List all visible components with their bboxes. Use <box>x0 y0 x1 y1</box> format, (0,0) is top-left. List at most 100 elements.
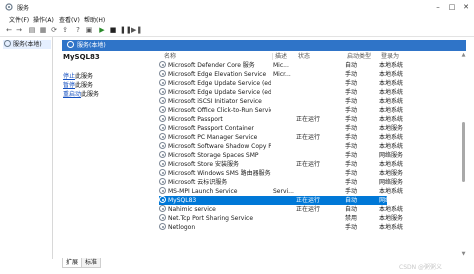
scroll-up-icon[interactable]: ▲ <box>460 52 467 58</box>
cell-status <box>296 79 344 88</box>
table-row[interactable]: Microsoft Defender Core 服务 Mic... 自动 本地系统 <box>157 61 455 70</box>
cell-description: Mic... <box>273 62 289 69</box>
table-row[interactable]: Microsoft Passport 正在运行 手动 本地系统 <box>157 115 455 124</box>
name-cell: Microsoft Edge Update Service (edgeup... <box>159 88 271 97</box>
cell-logon-as: 本地系统 <box>379 224 404 231</box>
link-action[interactable]: 重启动 <box>63 91 81 98</box>
column-divider[interactable] <box>272 53 273 60</box>
console-icon[interactable]: ▣ <box>85 26 93 34</box>
console-tree: 服务(本地) <box>0 37 53 259</box>
table-row[interactable]: Microsoft Store 安装服务 正在运行 手动 本地系统 <box>157 160 455 169</box>
cell-name: Microsoft 云标识服务 <box>168 179 228 186</box>
stop-service-link[interactable]: 停止此服务 <box>63 71 93 80</box>
menu-bar: 文件(F) 操作(A) 查看(V) 帮助(H) <box>0 14 474 24</box>
link-action[interactable]: 暂停 <box>63 82 75 89</box>
tab-extended[interactable]: 扩展 <box>62 258 83 268</box>
tab-standard[interactable]: 标准 <box>81 258 102 268</box>
column-header-description[interactable]: 描述 <box>275 52 287 61</box>
cell-description <box>273 106 297 115</box>
cell-name: Microsoft Passport Container <box>168 125 255 132</box>
table-row[interactable]: MS-MPI Launch Service Servi... 手动 本地系统 <box>157 187 455 196</box>
cell-status: 正在运行 <box>296 116 321 123</box>
cell-description <box>273 223 297 232</box>
help-icon[interactable]: ? <box>74 26 82 34</box>
table-row[interactable]: Microsoft Software Shadow Copy Provider 手… <box>157 142 455 151</box>
restart-service-icon[interactable]: ▶❚ <box>131 26 142 34</box>
menu-view[interactable]: 查看(V) <box>59 15 80 24</box>
cell-name: Microsoft Defender Core 服务 <box>168 62 255 69</box>
gear-icon <box>159 133 166 140</box>
table-row[interactable]: Nahimic service 正在运行 自动 本地系统 <box>157 205 455 214</box>
cell-description <box>273 151 297 160</box>
cell-status: 正在运行 <box>296 197 321 204</box>
cell-description <box>273 97 297 106</box>
stop-service-icon[interactable]: ■ <box>109 26 117 34</box>
scroll-down-icon[interactable]: ▼ <box>460 251 467 257</box>
name-cell: MySQL83 <box>159 196 271 205</box>
cell-startup-type: 手动 <box>345 188 358 195</box>
table-row[interactable]: Microsoft Edge Elevation Service Micr... 手… <box>157 70 455 79</box>
column-header-logon-as[interactable]: 登录为 <box>381 52 399 61</box>
gear-icon <box>159 115 166 122</box>
cell-logon-as: 网络服务 <box>379 197 387 204</box>
table-row[interactable]: Netlogon 手动 本地系统 <box>157 223 455 232</box>
table-row[interactable]: Net.Tcp Port Sharing Service 禁用 本地服务 <box>157 214 455 223</box>
gear-icon <box>159 79 166 86</box>
column-header-status[interactable]: 状态 <box>298 52 310 61</box>
export-icon[interactable]: ⇪ <box>61 26 69 34</box>
panel-header-label: 服务(本地) <box>77 42 106 49</box>
table-row[interactable]: Microsoft 云标识服务 手动 网络服务 <box>157 178 455 187</box>
cell-status: 正在运行 <box>296 161 321 168</box>
cell-name: Microsoft Edge Elevation Service <box>168 71 267 78</box>
start-service-icon[interactable]: ▶ <box>98 26 106 34</box>
properties-icon[interactable]: ▦ <box>39 26 47 34</box>
table-row[interactable]: Microsoft Passport Container 手动 本地服务 <box>157 124 455 133</box>
cell-description <box>273 142 297 151</box>
cell-description <box>273 196 297 205</box>
column-header-name[interactable]: 名称 <box>164 52 176 61</box>
gear-icon <box>159 205 166 212</box>
name-cell: Microsoft Office Click-to-Run Service <box>159 106 271 115</box>
cell-logon-as: 本地系统 <box>379 206 404 213</box>
table-row[interactable]: Microsoft iSCSI Initiator Service 手动 本地系统 <box>157 97 455 106</box>
menu-help[interactable]: 帮助(H) <box>84 15 105 24</box>
cell-status <box>296 88 344 97</box>
pause-service-link[interactable]: 暂停此服务 <box>63 80 93 89</box>
tree-item-services-local[interactable]: 服务(本地) <box>3 40 51 49</box>
title-bar: 服务 – □ ✕ <box>0 0 474 14</box>
restart-service-link[interactable]: 重启动此服务 <box>63 89 99 98</box>
cell-status: 正在运行 <box>296 206 321 213</box>
gear-icon <box>159 178 166 185</box>
cell-startup-type: 手动 <box>345 80 358 87</box>
menu-file[interactable]: 文件(F) <box>9 15 29 24</box>
table-row[interactable]: Microsoft Edge Update Service (edgeup...… <box>157 88 455 97</box>
menu-action[interactable]: 操作(A) <box>33 15 54 24</box>
vertical-scrollbar[interactable]: ▲ ▼ <box>460 52 467 257</box>
pause-service-icon[interactable]: ❚❚ <box>120 26 132 34</box>
refresh-icon[interactable]: ⟳ <box>50 26 58 34</box>
gear-icon <box>159 142 166 149</box>
cell-logon-as: 本地系统 <box>379 71 404 78</box>
name-cell: Netlogon <box>159 223 271 232</box>
show-tree-icon[interactable]: ▤ <box>28 26 36 34</box>
table-row[interactable]: MySQL83 正在运行 自动 网络服务 <box>159 196 387 205</box>
cell-name: Microsoft Store 安装服务 <box>168 161 239 168</box>
minimize-button[interactable]: – <box>432 2 444 12</box>
maximize-button[interactable]: □ <box>446 2 458 12</box>
table-row[interactable]: Microsoft Edge Update Service (edgeup...… <box>157 79 455 88</box>
link-action[interactable]: 停止 <box>63 73 75 80</box>
table-row[interactable]: Microsoft Office Click-to-Run Service 手动 本… <box>157 106 455 115</box>
cell-status <box>296 142 344 151</box>
back-icon[interactable]: ← <box>5 26 13 34</box>
table-row[interactable]: Microsoft Storage Spaces SMP 手动 网络服务 <box>157 151 455 160</box>
close-button[interactable]: ✕ <box>460 2 472 12</box>
scrollbar-thumb[interactable] <box>462 122 465 182</box>
cell-logon-as: 本地服务 <box>379 170 404 177</box>
gear-icon <box>159 124 166 131</box>
table-row[interactable]: Microsoft Windows SMS 路由器服务。 手动 本地服务 <box>157 169 455 178</box>
cell-name: Nahimic service <box>168 206 216 213</box>
table-row[interactable]: Microsoft PC Manager Service 正在运行 手动 本地系统 <box>157 133 455 142</box>
cell-startup-type: 手动 <box>345 71 358 78</box>
column-header-startup-type[interactable]: 启动类型 <box>347 52 371 61</box>
forward-icon[interactable]: → <box>15 26 23 34</box>
